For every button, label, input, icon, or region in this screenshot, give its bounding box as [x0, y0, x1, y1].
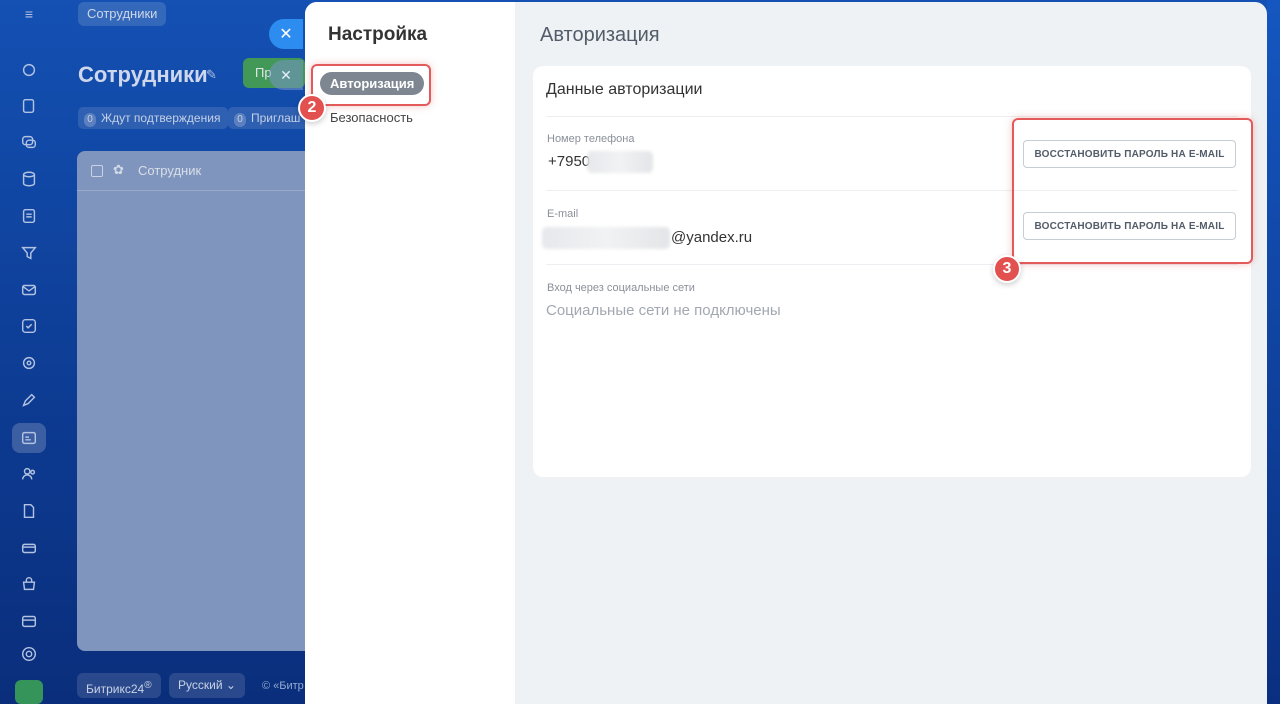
- highlight-box-restore: [1012, 118, 1253, 264]
- right-edge: [1267, 0, 1280, 704]
- email-redaction: [542, 227, 670, 249]
- card-title: Данные авторизации: [546, 81, 703, 98]
- highlight-box-authorization: [311, 64, 431, 106]
- nav-item-security[interactable]: Безопасность: [330, 110, 413, 125]
- phone-redaction: [587, 151, 653, 173]
- social-label: Вход через социальные сети: [547, 282, 695, 294]
- step-badge-3: 3: [993, 255, 1021, 283]
- section-title: Авторизация: [540, 24, 660, 46]
- close-icon: ✕: [279, 26, 293, 43]
- divider: [546, 264, 1238, 265]
- close-icon: ✕: [280, 66, 292, 83]
- step-badge-2: 2: [298, 94, 326, 122]
- settings-nav: [305, 2, 515, 704]
- phone-label: Номер телефона: [547, 133, 635, 145]
- phone-value: +7950: [548, 153, 591, 170]
- settings-nav-title: Настройка: [328, 24, 428, 45]
- divider: [546, 116, 1238, 117]
- email-label: E-mail: [547, 208, 579, 220]
- social-empty-text: Социальные сети не подключены: [546, 302, 781, 319]
- close-secondary-slider-button[interactable]: ✕: [269, 60, 303, 90]
- close-slider-button[interactable]: ✕: [269, 19, 303, 49]
- email-value: @yandex.ru: [671, 229, 753, 246]
